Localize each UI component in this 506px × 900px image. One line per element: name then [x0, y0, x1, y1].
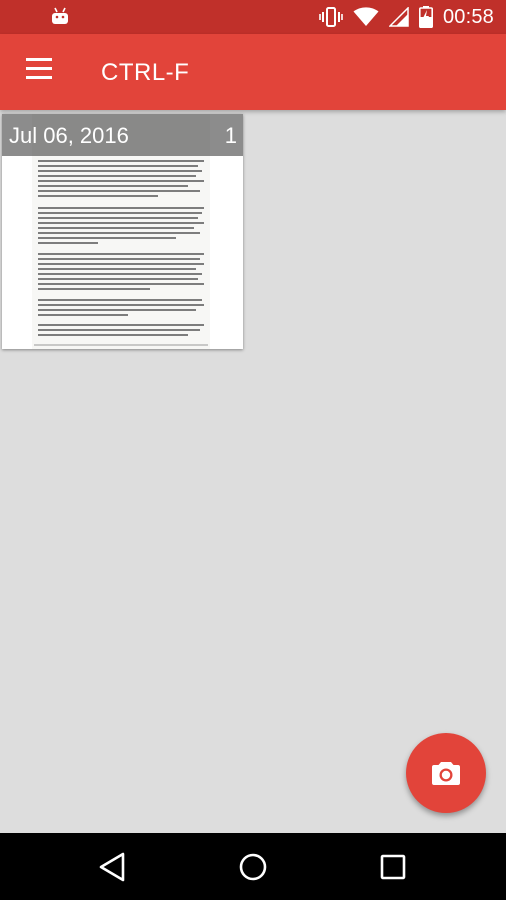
- battery-charging-icon: [418, 6, 433, 28]
- android-icon: [52, 7, 68, 24]
- vibrate-icon: [319, 7, 343, 27]
- document-card[interactable]: Jul 06, 2016 1: [2, 114, 243, 349]
- document-date: Jul 06, 2016: [9, 123, 129, 148]
- camera-button[interactable]: [406, 733, 486, 813]
- app-title: CTRL-F: [101, 59, 190, 86]
- recents-icon[interactable]: [377, 851, 409, 883]
- camera-icon: [432, 762, 460, 785]
- clock: 00:58: [442, 5, 494, 28]
- app-bar: CTRL-F: [0, 34, 506, 110]
- navigation-bar: [0, 833, 506, 900]
- signal-icon: [388, 7, 409, 27]
- wifi-icon: [353, 7, 379, 26]
- back-icon[interactable]: [97, 851, 129, 883]
- hamburger-menu-icon[interactable]: [22, 58, 56, 86]
- home-icon[interactable]: [237, 851, 269, 883]
- page-count: 1: [224, 123, 237, 148]
- status-bar: 00:58: [0, 0, 506, 34]
